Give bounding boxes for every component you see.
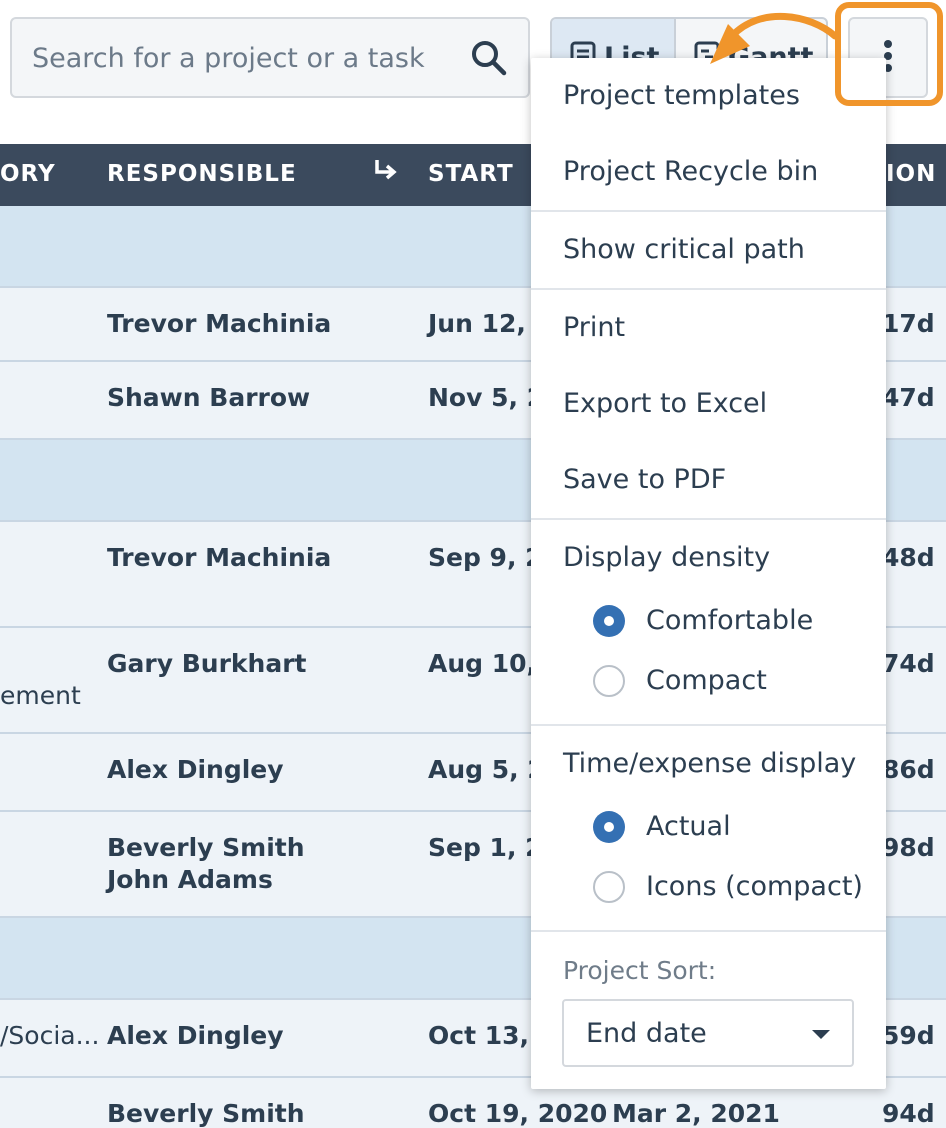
density-compact-radio[interactable] <box>593 665 625 697</box>
menu-item-print[interactable]: Print <box>563 312 625 343</box>
cell-start: Oct 19, 2020 <box>428 1099 608 1128</box>
density-compact-label[interactable]: Compact <box>646 665 767 696</box>
menu-divider <box>531 288 886 290</box>
cell-responsible: John Adams <box>107 865 273 894</box>
menu-divider <box>531 210 886 212</box>
cell-responsible: Shawn Barrow <box>107 383 311 412</box>
chevron-down-icon <box>812 1030 830 1039</box>
cell-duration: 47d <box>882 383 935 412</box>
more-options-menu: Project templates Project Recycle bin Sh… <box>531 58 886 1089</box>
menu-divider <box>531 518 886 520</box>
density-heading: Display density <box>563 542 771 573</box>
column-header-category[interactable]: ORY <box>0 161 56 187</box>
cell-duration: 59d <box>882 1021 935 1050</box>
cell-duration: 94d <box>882 1099 935 1128</box>
cell-duration: 86d <box>882 755 935 784</box>
project-sort-select[interactable]: End date <box>562 999 854 1067</box>
cell-responsible: Trevor Machinia <box>107 543 332 572</box>
cell-responsible: Beverly Smith <box>107 833 305 862</box>
cell-duration: 48d <box>882 543 935 572</box>
cell-responsible: Gary Burkhart <box>107 649 307 678</box>
cell-responsible: Alex Dingley <box>107 755 284 784</box>
time-expense-heading: Time/expense display <box>563 748 857 779</box>
cell-responsible: Alex Dingley <box>107 1021 284 1050</box>
cell-duration: 98d <box>882 833 935 862</box>
project-sort-label: Project Sort: <box>563 956 717 985</box>
time-icons-radio[interactable] <box>593 871 625 903</box>
search-icon[interactable] <box>470 39 508 77</box>
project-sort-value: End date <box>586 1018 707 1049</box>
highlight-box <box>835 2 943 106</box>
search-box[interactable] <box>10 17 530 98</box>
cell-responsible: Beverly Smith <box>107 1099 305 1128</box>
indent-arrow-icon[interactable] <box>372 158 398 190</box>
cell-duration: 17d <box>882 309 935 338</box>
menu-divider <box>531 724 886 726</box>
time-actual-radio[interactable] <box>593 811 625 843</box>
menu-item-export-excel[interactable]: Export to Excel <box>563 388 767 419</box>
cell-category: /Socia... <box>0 1021 100 1050</box>
cell-category: ement <box>0 681 81 710</box>
menu-item-save-pdf[interactable]: Save to PDF <box>563 464 726 495</box>
menu-item-critical-path[interactable]: Show critical path <box>563 234 805 265</box>
cell-responsible: Trevor Machinia <box>107 309 332 338</box>
cell-end: Mar 2, 2021 <box>612 1099 780 1128</box>
column-header-duration[interactable]: ION <box>886 161 936 187</box>
menu-divider <box>531 930 886 932</box>
density-comfortable-radio[interactable] <box>593 605 625 637</box>
time-actual-label[interactable]: Actual <box>646 811 731 842</box>
time-icons-label[interactable]: Icons (compact) <box>646 871 863 902</box>
density-comfortable-label[interactable]: Comfortable <box>646 605 813 636</box>
column-header-responsible[interactable]: RESPONSIBLE <box>107 161 297 187</box>
menu-item-recycle-bin[interactable]: Project Recycle bin <box>563 156 818 187</box>
column-header-start[interactable]: START <box>428 161 514 187</box>
cell-duration: 74d <box>882 649 935 678</box>
annotation-arrow-icon <box>710 13 839 64</box>
search-input[interactable] <box>32 37 462 79</box>
